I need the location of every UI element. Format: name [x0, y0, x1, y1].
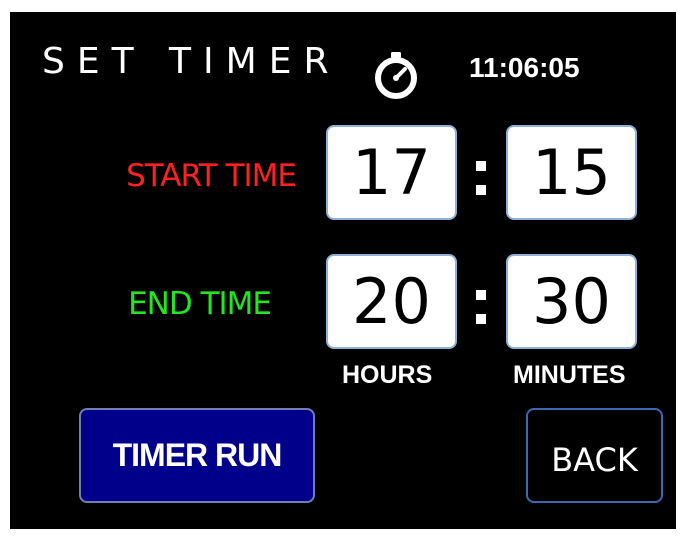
minutes-unit-label: MINUTES [513, 361, 626, 389]
time-separator [468, 276, 494, 336]
hours-unit-label: HOURS [342, 361, 433, 389]
page-title: SET TIMER [42, 41, 341, 82]
start-hours-field[interactable]: 17 [326, 125, 457, 220]
timer-run-button[interactable]: TIMER RUN [79, 408, 315, 503]
start-minutes-field[interactable]: 15 [506, 125, 637, 220]
current-time: 11:06:05 [469, 52, 580, 83]
stopwatch-icon [375, 52, 417, 99]
start-time-label: START TIME [126, 158, 297, 194]
end-time-label: END TIME [128, 286, 272, 322]
time-separator [468, 147, 494, 207]
end-hours-field[interactable]: 20 [326, 254, 457, 349]
end-minutes-field[interactable]: 30 [506, 254, 637, 349]
timer-screen: SET TIMER 11:06:05 START TIME 17 15 END … [10, 12, 676, 529]
back-button[interactable]: BACK [526, 408, 663, 503]
